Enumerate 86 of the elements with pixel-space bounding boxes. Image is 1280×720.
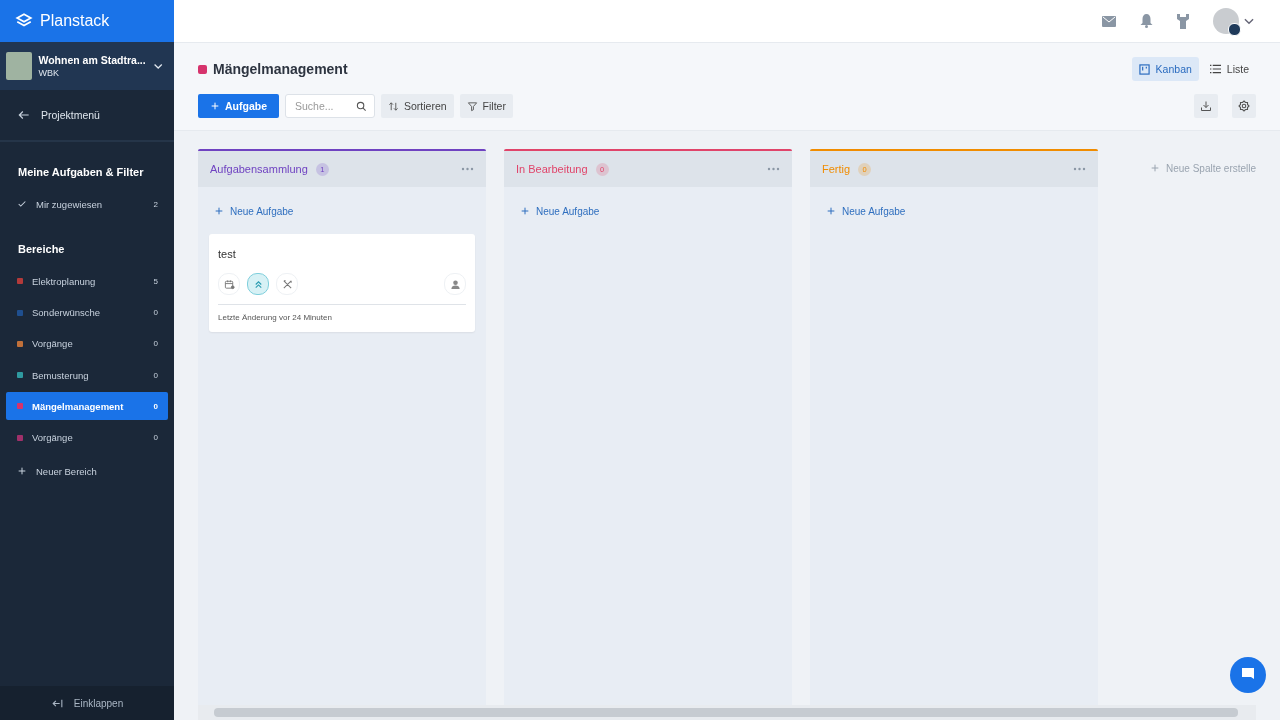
item-count: 0 (153, 433, 158, 443)
assignee-button[interactable] (444, 273, 466, 295)
item-label: Mir zugewiesen (36, 198, 103, 210)
collapse-button[interactable]: Einklappen (0, 686, 174, 720)
plus-icon (214, 206, 224, 216)
search-icon (356, 101, 367, 112)
item-count: 2 (153, 199, 158, 209)
filter-icon (466, 100, 478, 112)
task-card[interactable]: test Letzte Änderung vor 24 Minuten (209, 234, 475, 332)
sidebar-item[interactable]: Bemusterung 0 (6, 361, 168, 390)
item-label: Mängelmanagement (32, 401, 125, 412)
item-label: Vorgänge (32, 338, 74, 350)
item-count: 0 (153, 339, 158, 349)
board-icon (1138, 63, 1150, 75)
photo-placeholder (6, 52, 33, 80)
sidebar-item[interactable]: Mängelmanagement 0 (6, 392, 168, 421)
section-heading: Bereiche (18, 243, 66, 256)
plus-icon (520, 206, 530, 216)
list-icon (1209, 64, 1221, 74)
page-title: Mängelmanagement (213, 61, 349, 77)
plus-icon (210, 101, 220, 111)
add-task-button[interactable]: Aufgabe (198, 94, 279, 118)
item-count: 5 (153, 276, 158, 286)
sidebar-item[interactable]: Vorgänge 0 (6, 423, 168, 452)
horizontal-scrollbar[interactable] (198, 705, 1256, 720)
check-icon (17, 199, 27, 209)
collapse-label: Einklappen (73, 697, 124, 709)
sidebar-item[interactable]: Sonderwünsche 0 (6, 298, 168, 327)
task-title: test (218, 248, 237, 260)
sidebar-item[interactable]: Mir zugewiesen 2 (6, 190, 168, 218)
view-tab[interactable]: Liste (1202, 57, 1256, 81)
column-title: Fertig (822, 163, 851, 175)
bell-icon[interactable] (1140, 14, 1153, 28)
sort-button[interactable]: Sortieren (381, 94, 454, 118)
item-count: 0 (153, 370, 158, 380)
item-label: Elektroplanung (32, 275, 97, 287)
item-count: 0 (153, 308, 158, 318)
back-label: Projektmenü (41, 109, 100, 121)
sidebar-item[interactable]: Elektroplanung 5 (6, 267, 168, 296)
tools-icon (281, 278, 293, 290)
view-tab[interactable]: Kanban (1131, 57, 1199, 81)
trade-button[interactable] (276, 273, 298, 295)
new-task-label: Neue Aufgabe (536, 205, 600, 217)
role-badge (1228, 23, 1241, 36)
mail-icon[interactable] (1102, 15, 1116, 27)
column-title: Aufgabensammlung (210, 163, 308, 175)
project-name: Wohnen am Stadtra... (38, 54, 146, 66)
more-icon[interactable] (1073, 167, 1086, 171)
plus-icon (1150, 163, 1160, 173)
plus-icon (17, 466, 27, 477)
new-column-label: Neue Spalte erstelle (1166, 162, 1257, 174)
item-label: Bemusterung (32, 369, 90, 381)
new-task-link[interactable]: Neue Aufgabe (214, 205, 486, 217)
settings-icon (1238, 100, 1250, 112)
column-title: In Bearbeitung (516, 163, 588, 175)
sidebar-item[interactable]: Vorgänge 0 (6, 329, 168, 358)
calendar-icon (223, 278, 235, 290)
person-icon (449, 278, 461, 290)
last-modified-text: Letzte Änderung vor 24 Minuten (218, 313, 333, 322)
item-label: Vorgänge (32, 432, 74, 444)
more-icon[interactable] (767, 167, 780, 171)
search-field[interactable]: Suche... (285, 94, 375, 118)
project-selector[interactable]: Wohnen am Stadtra... WBK (0, 42, 174, 90)
download-icon (1200, 100, 1212, 112)
wrench-icon[interactable] (1177, 13, 1189, 29)
new-task-link[interactable]: Neue Aufgabe (826, 205, 1098, 217)
priority-button[interactable] (247, 273, 269, 295)
item-count: 0 (153, 402, 158, 411)
arrow-left-icon (17, 108, 31, 122)
new-task-link[interactable]: Neue Aufgabe (520, 205, 792, 217)
item-label: Sonderwünsche (32, 307, 102, 319)
filter-button[interactable]: Filter (459, 94, 513, 118)
export-button[interactable] (1194, 94, 1218, 118)
more-icon[interactable] (461, 167, 474, 171)
sort-arrows-icon (388, 100, 399, 112)
new-task-label: Neue Aufgabe (842, 205, 906, 217)
new-area-link[interactable]: Neuer Bereich (6, 459, 168, 484)
avatar[interactable] (1213, 8, 1239, 34)
new-area-label: Neuer Bereich (36, 465, 97, 477)
new-task-label: Neue Aufgabe (230, 205, 294, 217)
project-company: WBK (38, 68, 60, 78)
plus-icon (826, 206, 836, 216)
section-heading: Meine Aufgaben & Filter (18, 166, 145, 178)
due-date-button[interactable] (218, 273, 240, 295)
settings-button[interactable] (1232, 94, 1256, 118)
brand-name: Planstack (40, 12, 110, 30)
